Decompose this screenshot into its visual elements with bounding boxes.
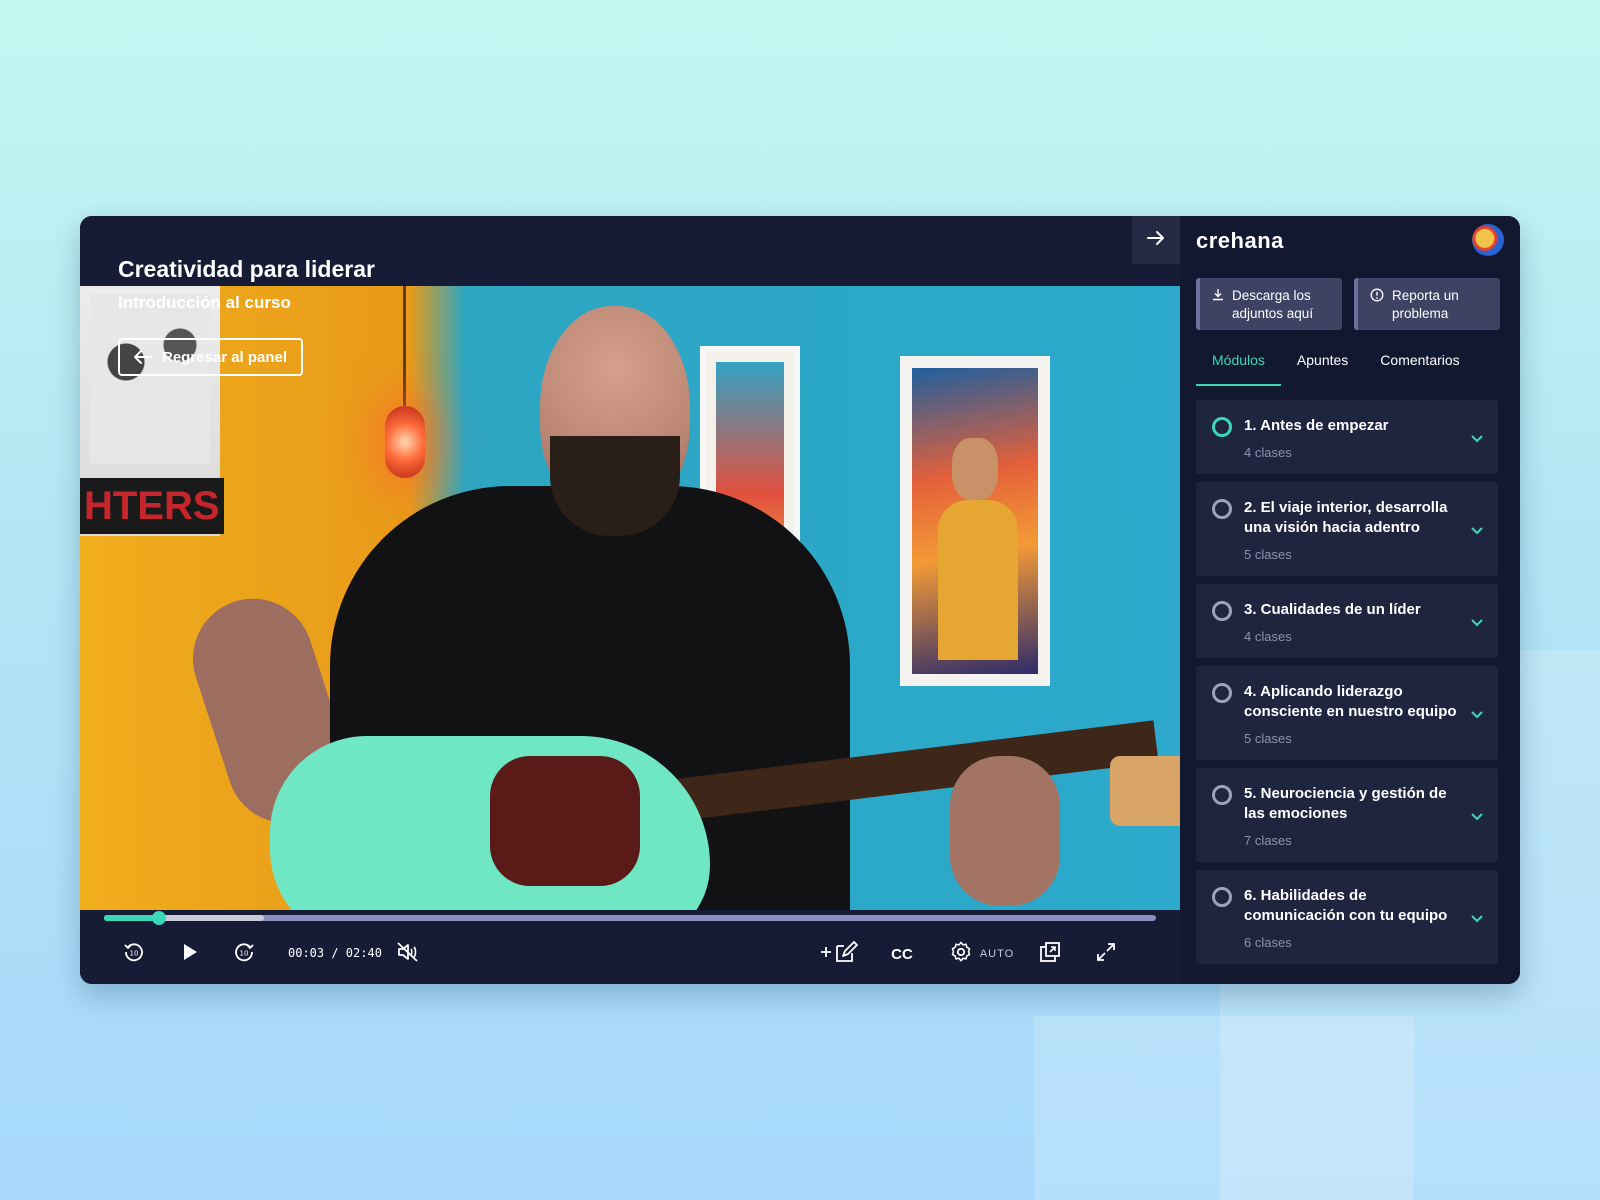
download-icon: [1212, 288, 1224, 330]
course-player-window: HTERS Creatividad para liderar Introducc…: [80, 216, 1520, 984]
settings-icon: [950, 941, 972, 968]
svg-text:10: 10: [240, 949, 249, 957]
add-note-icon: [819, 940, 859, 969]
chevron-down-icon[interactable]: [1470, 809, 1484, 827]
fullscreen-icon: [1096, 942, 1116, 967]
back-to-panel-button[interactable]: Regresar al panel: [118, 338, 304, 376]
fullscreen-button[interactable]: [1090, 938, 1122, 970]
back-button-label: Regresar al panel: [162, 348, 288, 366]
progress-bar[interactable]: [104, 911, 1156, 925]
lamp-cord: [403, 286, 406, 406]
module-item[interactable]: 5. Neurociencia y gestión de las emocion…: [1196, 768, 1498, 862]
arrow-right-icon: [1146, 230, 1166, 251]
svg-text:10: 10: [130, 949, 139, 957]
mute-icon: [396, 941, 420, 968]
course-sidebar: crehana Descarga los adjuntos aquí Repor…: [1180, 216, 1520, 984]
guitar-pickguard: [490, 756, 640, 886]
video-frame[interactable]: HTERS: [80, 286, 1180, 910]
course-title: Creatividad para liderar: [118, 256, 375, 282]
module-class-count: 4 clases: [1244, 629, 1292, 644]
module-title: 3. Cualidades de un líder: [1244, 601, 1421, 618]
progress-ring-icon: [1212, 887, 1232, 907]
module-list: 1. Antes de empezar 4 clases 2. El viaje…: [1196, 400, 1498, 972]
guitar-headstock: [1110, 756, 1180, 826]
module-title: 5. Neurociencia y gestión de las emocion…: [1244, 785, 1447, 822]
tab-modules[interactable]: Módulos: [1196, 352, 1281, 386]
module-class-count: 5 clases: [1244, 731, 1292, 746]
chevron-down-icon[interactable]: [1470, 615, 1484, 633]
module-title: 2. El viaje interior, desarrolla una vis…: [1244, 499, 1448, 536]
module-item[interactable]: 6. Habilidades de comunicación con tu eq…: [1196, 870, 1498, 964]
add-note-button[interactable]: [818, 938, 860, 970]
module-class-count: 4 clases: [1244, 445, 1292, 460]
player-controls: 10 10 00:03 / 02:40 CC AUTO: [80, 928, 1180, 984]
wall-poster: HTERS: [80, 286, 224, 536]
module-title: 6. Habilidades de comunicación con tu eq…: [1244, 887, 1448, 924]
download-attachments-button[interactable]: Descarga los adjuntos aquí: [1196, 278, 1342, 330]
progress-ring-icon: [1212, 417, 1232, 437]
progress-ring-icon: [1212, 601, 1232, 621]
module-class-count: 5 clases: [1244, 547, 1292, 562]
picture-in-picture-icon: [1039, 941, 1061, 968]
chevron-down-icon[interactable]: [1470, 523, 1484, 541]
report-problem-button[interactable]: Reporta un problema: [1354, 278, 1500, 330]
forward-10-icon: 10: [233, 941, 255, 968]
lesson-title: Introducción al curso: [118, 293, 291, 312]
tab-notes[interactable]: Apuntes: [1281, 352, 1364, 386]
mute-button[interactable]: [392, 938, 424, 970]
report-problem-label: Reporta un problema: [1392, 288, 1459, 321]
rewind-10-icon: 10: [123, 941, 145, 968]
module-title: 1. Antes de empezar: [1244, 417, 1389, 434]
background-block: [1034, 1016, 1414, 1200]
collapse-sidebar-button[interactable]: [1132, 216, 1180, 264]
settings-button[interactable]: AUTO: [942, 938, 1022, 970]
wall-portrait-frame: [900, 356, 1050, 686]
alert-circle-icon: [1370, 288, 1384, 330]
module-item[interactable]: 1. Antes de empezar 4 clases: [1196, 400, 1498, 474]
user-avatar[interactable]: [1472, 224, 1504, 256]
quality-label: AUTO: [979, 948, 1015, 960]
progress-ring-icon: [1212, 499, 1232, 519]
module-title: 4. Aplicando liderazgo consciente en nue…: [1244, 683, 1457, 720]
progress-played: [104, 915, 159, 921]
progress-handle[interactable]: [151, 911, 166, 925]
play-icon: [182, 943, 198, 966]
play-button[interactable]: [174, 938, 206, 970]
instructor-hand: [950, 756, 1060, 906]
chevron-down-icon[interactable]: [1470, 707, 1484, 725]
brand-logo[interactable]: crehana: [1196, 228, 1284, 254]
arrow-left-icon: [134, 350, 152, 364]
module-class-count: 7 clases: [1244, 833, 1292, 848]
video-player: HTERS Creatividad para liderar Introducc…: [80, 216, 1180, 984]
sidebar-tabs: Módulos Apuntes Comentarios: [1196, 352, 1504, 386]
tab-comments[interactable]: Comentarios: [1364, 352, 1475, 386]
progress-ring-icon: [1212, 683, 1232, 703]
chevron-down-icon[interactable]: [1470, 911, 1484, 929]
title-block: Creatividad para liderar Introducción al…: [118, 256, 375, 313]
rewind-10-button[interactable]: 10: [118, 938, 150, 970]
module-class-count: 6 clases: [1244, 935, 1292, 950]
time-display: 00:03 / 02:40: [288, 946, 382, 960]
module-item[interactable]: 2. El viaje interior, desarrolla una vis…: [1196, 482, 1498, 576]
module-item[interactable]: 3. Cualidades de un líder 4 clases: [1196, 584, 1498, 658]
download-attachments-label: Descarga los adjuntos aquí: [1232, 288, 1314, 321]
captions-button[interactable]: CC: [884, 938, 920, 970]
chevron-down-icon[interactable]: [1470, 431, 1484, 449]
hanging-lamp: [385, 406, 425, 478]
picture-in-picture-button[interactable]: [1034, 938, 1066, 970]
forward-10-button[interactable]: 10: [228, 938, 260, 970]
progress-ring-icon: [1212, 785, 1232, 805]
module-item[interactable]: 4. Aplicando liderazgo consciente en nue…: [1196, 666, 1498, 760]
